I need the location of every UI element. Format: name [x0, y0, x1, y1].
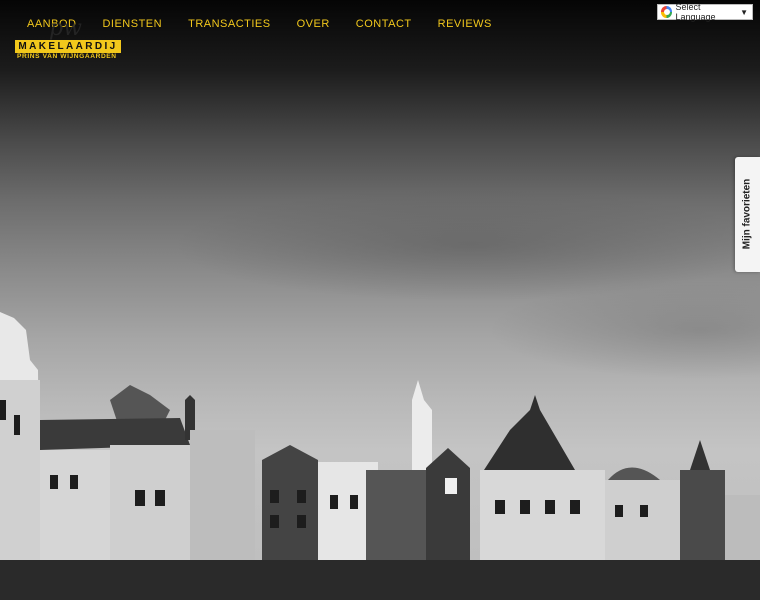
logo-subtitle: PRINS VAN WIJNGAARDEN [17, 53, 117, 60]
logo[interactable]: pw MAKELAARDIJ PRINS VAN WIJNGAARDEN [15, 16, 125, 64]
nav-item-transacties[interactable]: TRANSACTIES [188, 17, 271, 31]
logo-monogram: pw [49, 16, 82, 41]
chevron-down-icon: ▼ [740, 7, 748, 17]
google-icon [661, 6, 673, 18]
hero-image [0, 0, 760, 600]
nav-item-contact[interactable]: CONTACT [356, 17, 412, 31]
language-selector[interactable]: Select Language ▼ [657, 2, 753, 22]
logo-main-text: MAKELAARDIJ [15, 40, 121, 53]
nav-item-over[interactable]: OVER [297, 17, 330, 31]
language-label: Select Language [675, 2, 716, 22]
nav-item-reviews[interactable]: REVIEWS [438, 17, 492, 31]
favorites-tab[interactable]: Mijn favorieten [735, 157, 760, 272]
city-skyline [0, 312, 760, 600]
favorites-label: Mijn favorieten [741, 178, 753, 250]
